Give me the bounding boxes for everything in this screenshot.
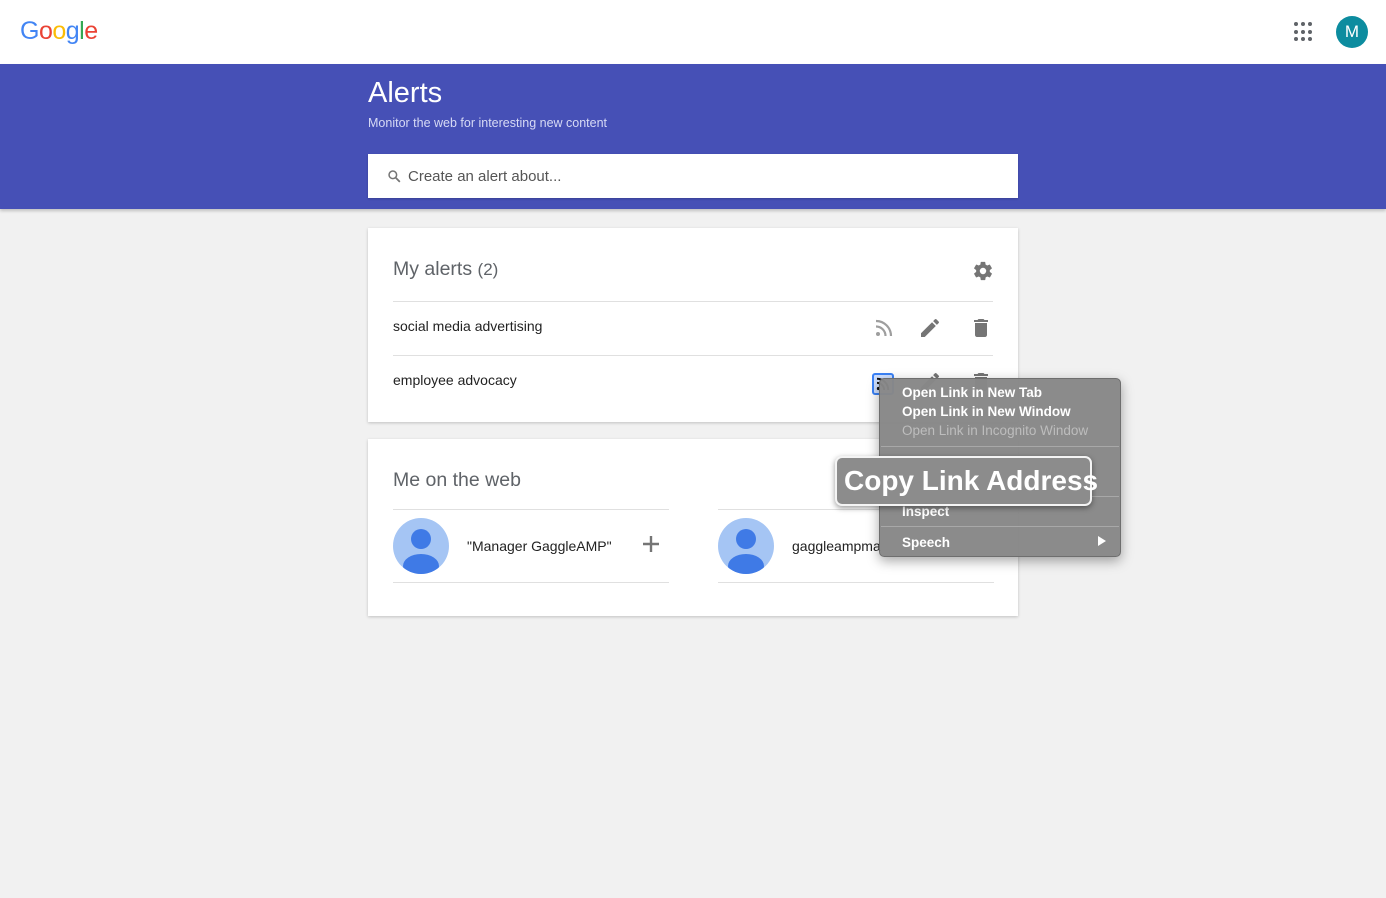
trash-icon[interactable]	[969, 316, 993, 340]
menu-item-open-incognito: Open Link in Incognito Window	[902, 423, 1089, 438]
logo-letter: o	[38, 17, 53, 45]
person-avatar-icon	[718, 518, 774, 574]
person-avatar-icon	[393, 518, 449, 574]
create-alert-input[interactable]	[408, 154, 998, 198]
menu-separator	[881, 446, 1119, 447]
me-on-web-title: Me on the web	[393, 469, 521, 491]
menu-item-inspect[interactable]: Inspect	[902, 504, 949, 519]
submenu-arrow-icon	[1098, 536, 1106, 546]
alert-label: social media advertising	[393, 318, 543, 334]
rss-icon[interactable]	[872, 316, 896, 340]
alerts-count: (2)	[477, 260, 499, 279]
pencil-icon[interactable]	[918, 316, 942, 340]
logo-letter: g	[65, 17, 80, 45]
person-entry[interactable]: "Manager GaggleAMP"	[393, 509, 669, 583]
my-alerts-title: My alerts (2)	[393, 258, 498, 281]
logo-letter: e	[84, 17, 98, 45]
plus-icon[interactable]	[641, 534, 661, 554]
page-title: Alerts	[368, 77, 443, 109]
account-avatar[interactable]: M	[1336, 16, 1368, 48]
google-logo[interactable]: Google	[20, 17, 98, 46]
alert-row[interactable]: social media advertising	[393, 301, 993, 355]
create-alert-box[interactable]	[368, 154, 1018, 198]
person-name: gaggleampma	[792, 538, 881, 554]
search-icon	[388, 170, 401, 183]
apps-grid-icon[interactable]	[1294, 22, 1314, 42]
menu-item-open-new-window[interactable]: Open Link in New Window	[902, 404, 1071, 419]
logo-letter: G	[20, 17, 39, 45]
menu-item-speech[interactable]: Speech	[902, 535, 950, 550]
alerts-banner: Alerts Monitor the web for interesting n…	[0, 64, 1386, 209]
person-name: "Manager GaggleAMP"	[467, 538, 612, 554]
menu-separator	[881, 526, 1119, 527]
my-alerts-title-text: My alerts	[393, 258, 473, 280]
logo-letter: o	[52, 17, 66, 45]
top-bar: Google M	[0, 0, 1386, 64]
page-subtitle: Monitor the web for interesting new cont…	[368, 116, 608, 130]
menu-item-copy-link-address-zoomed[interactable]: Copy Link Address	[835, 456, 1098, 506]
alert-label: employee advocacy	[393, 372, 517, 388]
gear-icon[interactable]	[972, 260, 994, 282]
menu-item-open-new-tab[interactable]: Open Link in New Tab	[902, 385, 1042, 400]
